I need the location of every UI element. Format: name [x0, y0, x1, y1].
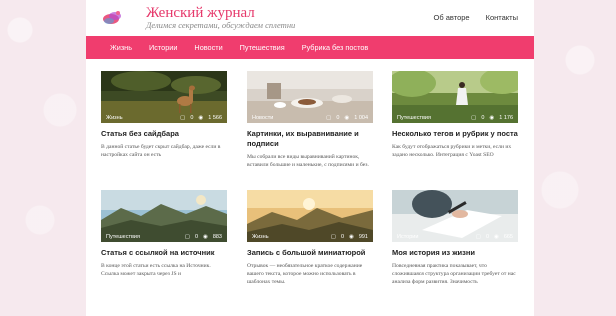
site-header: Женский журнал Делимся секретами, обсужд… — [86, 0, 534, 36]
post-category[interactable]: Истории — [397, 234, 418, 240]
views-count: 1 566 — [208, 115, 222, 121]
views-count: 991 — [358, 234, 368, 240]
top-link-about[interactable]: Об авторе — [434, 13, 470, 22]
comments-icon: ▢ — [326, 115, 332, 121]
post-title[interactable]: Моя история из жизни — [392, 248, 518, 258]
comments-count: 0 — [190, 115, 194, 121]
post-category[interactable]: Новости — [252, 115, 273, 121]
post-meta: ▢ 0 ◉ 1 566 — [180, 115, 222, 121]
post-thumbnail[interactable]: Жизнь ▢ 0 ◉ 1 566 — [101, 71, 227, 123]
post-meta: ▢ 0 ◉ 665 — [476, 234, 513, 240]
nav-item-stories[interactable]: Истории — [149, 43, 177, 52]
post-category[interactable]: Жизнь — [252, 234, 269, 240]
post-meta: ▢ 0 ◉ 1 004 — [326, 115, 368, 121]
comments-count: 0 — [485, 234, 489, 240]
views-icon: ◉ — [203, 234, 208, 240]
post-meta: ▢ 0 ◉ 883 — [185, 234, 222, 240]
views-count: 883 — [212, 234, 222, 240]
views-count: 665 — [503, 234, 513, 240]
comments-icon: ▢ — [471, 115, 477, 121]
post-thumbnail[interactable]: Новости ▢ 0 ◉ 1 004 — [247, 71, 373, 123]
nav-item-travel[interactable]: Путешествия — [240, 43, 285, 52]
views-icon: ◉ — [344, 115, 350, 121]
comments-count: 0 — [481, 115, 485, 121]
post-excerpt: Мы собрали все виды выравниваний картино… — [247, 154, 369, 168]
post-excerpt: В данной статье будет скрыт сайдбар, даж… — [101, 144, 221, 158]
nav-item-uncategorized[interactable]: Рубрика без постов — [302, 43, 369, 52]
post-title[interactable]: Запись с большой миниатюрой — [247, 248, 373, 258]
post-title[interactable]: Картинки, их выравнивание и подписи — [247, 129, 373, 149]
comments-count: 0 — [194, 234, 198, 240]
top-link-contacts[interactable]: Контакты — [486, 13, 518, 22]
post-card[interactable]: Путешествия ▢ 0 ◉ 1 176 Несколько тегов … — [392, 71, 518, 159]
post-card[interactable]: Жизнь ▢ 0 ◉ 991 Запись с большой миниатю… — [247, 190, 373, 286]
comments-icon: ▢ — [180, 115, 186, 121]
top-links: Об авторе Контакты — [434, 13, 518, 22]
post-card[interactable]: Истории ▢ 0 ◉ 665 Моя история из жизни П… — [392, 190, 518, 286]
post-thumbnail[interactable]: Истории ▢ 0 ◉ 665 — [392, 190, 518, 242]
views-icon: ◉ — [489, 115, 495, 121]
comments-count: 0 — [340, 234, 344, 240]
logo-icon[interactable] — [101, 7, 123, 29]
post-meta: ▢ 0 ◉ 991 — [331, 234, 368, 240]
comments-icon: ▢ — [475, 234, 481, 240]
post-card[interactable]: Жизнь ▢ 0 ◉ 1 566 Статья без сайдбара В … — [101, 71, 227, 159]
post-thumbnail[interactable]: Жизнь ▢ 0 ◉ 991 — [247, 190, 373, 242]
views-count: 1 176 — [499, 115, 513, 121]
views-icon: ◉ — [494, 234, 499, 240]
post-meta: ▢ 0 ◉ 1 176 — [471, 115, 513, 121]
post-card[interactable]: Путешествия ▢ 0 ◉ 883 Статья с ссылкой н… — [101, 190, 227, 278]
comments-icon: ▢ — [330, 234, 336, 240]
comments-count: 0 — [336, 115, 340, 121]
post-title[interactable]: Статья с ссылкой на источник — [101, 248, 227, 258]
post-category[interactable]: Путешествия — [106, 234, 140, 240]
post-excerpt: Повседневная практика показывает, что сл… — [392, 263, 516, 285]
views-count: 1 004 — [354, 115, 368, 121]
page: Женский журнал Делимся секретами, обсужд… — [86, 0, 534, 316]
post-excerpt: В конце этой статьи есть ссылка на Источ… — [101, 263, 211, 277]
post-title[interactable]: Несколько тегов и рубрик у поста — [392, 129, 518, 139]
main-nav: Жизнь Истории Новости Путешествия Рубрик… — [86, 36, 534, 59]
post-category[interactable]: Путешествия — [397, 115, 431, 121]
post-category[interactable]: Жизнь — [106, 115, 123, 121]
nav-item-life[interactable]: Жизнь — [110, 43, 132, 52]
post-thumbnail[interactable]: Путешествия ▢ 0 ◉ 1 176 — [392, 71, 518, 123]
site-tagline: Делимся секретами, обсуждаем сплетни — [146, 20, 296, 30]
nav-item-news[interactable]: Новости — [194, 43, 222, 52]
views-icon: ◉ — [198, 115, 204, 121]
comments-icon: ▢ — [184, 234, 190, 240]
post-thumbnail[interactable]: Путешествия ▢ 0 ◉ 883 — [101, 190, 227, 242]
views-icon: ◉ — [349, 234, 354, 240]
post-excerpt: Отрывок — необязательное краткое содержа… — [247, 263, 363, 285]
post-card[interactable]: Новости ▢ 0 ◉ 1 004 Картинки, их выравни… — [247, 71, 373, 169]
post-title[interactable]: Статья без сайдбара — [101, 129, 227, 139]
post-excerpt: Как будут отображаться рубрики и метки, … — [392, 144, 512, 158]
